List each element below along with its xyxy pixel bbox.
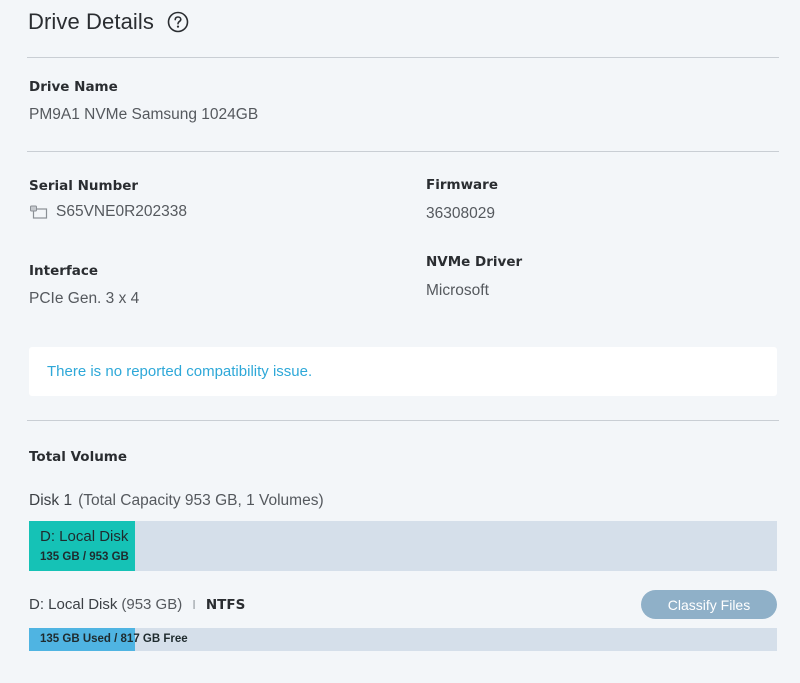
disk-capacity-detail: (Total Capacity 953 GB, 1 Volumes) [78, 492, 324, 509]
question-circle-icon[interactable] [167, 11, 189, 33]
volume-usage-bar[interactable]: 135 GB Used / 817 GB Free [29, 628, 777, 651]
divider [27, 420, 779, 421]
serial-number-value: S65VNE0R202338 [56, 203, 187, 220]
firmware-value: 36308029 [426, 205, 495, 222]
compatibility-notice-text: There is no reported compatibility issue… [47, 363, 313, 380]
nvme-driver-value: Microsoft [426, 282, 489, 299]
nvme-driver-label: NVMe Driver [426, 254, 523, 270]
divider [27, 57, 779, 58]
disk-name: Disk 1 [29, 492, 73, 509]
total-volume-label: Total Volume [29, 449, 128, 465]
filesystem-label: NTFS [205, 596, 246, 613]
disk-bar-title: D: Local Disk [40, 528, 129, 545]
disk-bar-usage: 135 GB / 953 GB [40, 551, 129, 563]
divider [27, 151, 779, 152]
serial-number-row: S65VNE0R202338 [29, 203, 187, 221]
drive-name-label: Drive Name [29, 79, 118, 95]
drive-name-value: PM9A1 NVMe Samsung 1024GB [29, 106, 259, 123]
firmware-label: Firmware [426, 177, 498, 193]
header: Drive Details [28, 6, 189, 38]
volume-size: (953 GB) [121, 596, 183, 613]
classify-files-button[interactable]: Classify Files [641, 590, 777, 619]
drive-details-panel: Drive Details Drive Name PM9A1 NVMe Sams… [0, 0, 800, 683]
interface-value: PCIe Gen. 3 x 4 [29, 290, 140, 307]
interface-label: Interface [29, 263, 99, 279]
volume-bar-usage: 135 GB Used / 817 GB Free [40, 633, 188, 645]
compatibility-notice: There is no reported compatibility issue… [29, 347, 777, 396]
disk-info-line: Disk 1 (Total Capacity 953 GB, 1 Volumes) [29, 492, 324, 510]
disk-usage-bar[interactable]: D: Local Disk 135 GB / 953 GB [29, 521, 777, 571]
copy-card-icon[interactable] [29, 204, 48, 220]
serial-number-label: Serial Number [29, 178, 139, 194]
volume-info-line: D: Local Disk (953 GB) I NTFS [29, 596, 245, 613]
separator: I [192, 597, 196, 612]
volume-name: D: Local Disk [29, 596, 118, 613]
page-title: Drive Details [28, 9, 154, 34]
